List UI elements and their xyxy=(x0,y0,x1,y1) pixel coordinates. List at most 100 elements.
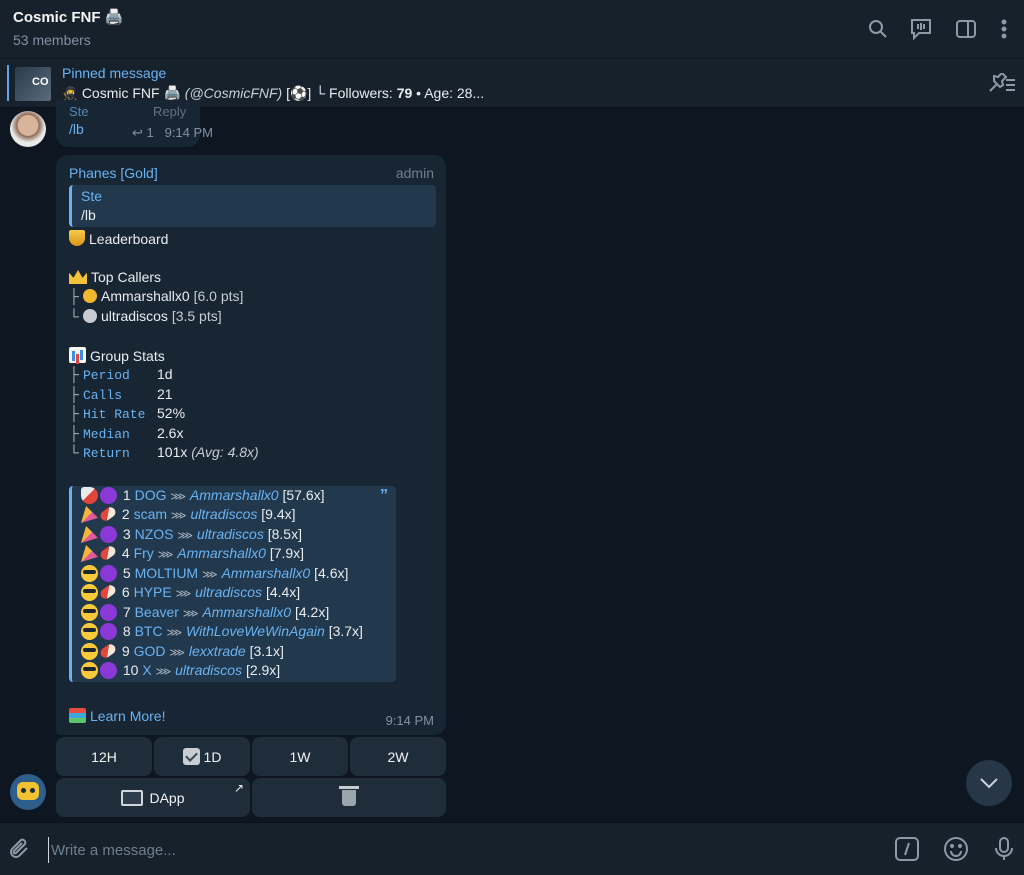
member-count[interactable]: 53 members xyxy=(13,32,91,48)
avatar[interactable] xyxy=(10,111,46,147)
message-input[interactable] xyxy=(48,837,873,863)
reply-quote[interactable]: Ste /lb xyxy=(69,185,436,227)
button-12h[interactable]: 12H xyxy=(56,737,152,776)
pinned-thumbnail: CO xyxy=(15,67,51,101)
search-icon[interactable] xyxy=(865,16,891,42)
purple-circle-icon xyxy=(100,623,117,640)
unpin-icon[interactable] xyxy=(988,71,1016,98)
party-popper-icon xyxy=(81,545,98,562)
leaderboard-row: 8 BTC ⋙ WithLoveWeWinAgain [3.7x] xyxy=(81,623,363,642)
previous-message[interactable]: Ste Reply /lb ↩ 1 9:14 PM xyxy=(56,100,213,147)
caller-link[interactable]: Ammarshallx0 xyxy=(190,487,279,503)
bar-chart-icon xyxy=(69,347,86,363)
chat-title[interactable]: Cosmic FNF 🖨️ xyxy=(13,8,123,26)
party-popper-icon xyxy=(81,526,98,543)
rocket-icon xyxy=(81,487,98,504)
quote-sender: Ste xyxy=(81,188,103,204)
attach-icon[interactable] xyxy=(6,835,34,863)
purple-circle-icon xyxy=(100,604,117,621)
chat-header: Cosmic FNF 🖨️ 53 members xyxy=(0,0,1024,59)
sunglasses-face-icon xyxy=(81,662,98,679)
gold-medal-icon xyxy=(83,289,97,303)
trash-icon xyxy=(339,785,359,806)
leaderboard-row: 7 Beaver ⋙ Ammarshallx0 [4.2x] xyxy=(81,604,329,623)
sunglasses-face-icon xyxy=(81,604,98,621)
microphone-icon[interactable] xyxy=(990,835,1018,863)
group-stats-heading: Group Stats xyxy=(69,347,165,364)
bot-message: Phanes [Gold] admin Ste /lb Leaderboard … xyxy=(56,155,446,735)
sunglasses-face-icon xyxy=(81,565,98,582)
stat-row: ├ Median 2.6x xyxy=(69,425,184,442)
token-link[interactable]: HYPE xyxy=(134,584,172,600)
sunglasses-face-icon xyxy=(81,584,98,601)
token-link[interactable]: BTC xyxy=(135,623,163,639)
leaderboard-heading: Leaderboard xyxy=(69,230,168,247)
caller-link[interactable]: ultradiscos xyxy=(175,662,242,678)
button-1w[interactable]: 1W xyxy=(252,737,348,776)
message-sender[interactable]: Phanes [Gold] xyxy=(69,165,158,181)
message-text[interactable]: /lb xyxy=(69,121,84,137)
caller-link[interactable]: ultradiscos xyxy=(197,526,264,542)
caller-link[interactable]: lexxtrade xyxy=(189,643,246,659)
token-link[interactable]: X xyxy=(142,662,151,678)
token-link[interactable]: Fry xyxy=(134,545,154,561)
top-callers-heading: Top Callers xyxy=(69,269,161,285)
delete-button[interactable] xyxy=(252,778,446,817)
caller-link[interactable]: WithLoveWeWinAgain xyxy=(186,623,325,639)
learn-more-link[interactable]: Learn More! xyxy=(69,708,165,724)
monitor-icon xyxy=(121,789,144,806)
token-link[interactable]: DOG xyxy=(135,487,167,503)
leaderboard-row: 6 HYPE ⋙ ultradiscos [4.4x] xyxy=(81,583,300,603)
party-popper-icon xyxy=(81,506,98,523)
caller-link[interactable]: Ammarshallx0 xyxy=(177,545,266,561)
more-icon[interactable] xyxy=(991,16,1017,42)
books-icon xyxy=(69,708,86,723)
purple-circle-icon xyxy=(100,662,117,679)
button-1d[interactable]: 1D xyxy=(154,737,250,776)
pill-icon xyxy=(98,583,118,601)
caller-row: └ ultradiscos [3.5 pts] xyxy=(69,308,222,324)
reply-label: Reply xyxy=(153,104,187,119)
token-link[interactable]: scam xyxy=(134,506,167,522)
emoji-icon[interactable] xyxy=(942,835,970,863)
pinned-label: Pinned message xyxy=(62,65,167,81)
sunglasses-face-icon xyxy=(81,643,98,660)
scroll-down-button[interactable] xyxy=(966,760,1012,806)
leaderboard-row: 3 NZOS ⋙ ultradiscos [8.5x] xyxy=(81,526,302,545)
reply-arrow-icon: ↩ xyxy=(132,125,147,140)
purple-circle-icon xyxy=(100,565,117,582)
trophy-icon xyxy=(69,230,85,246)
external-link-icon: ↗ xyxy=(233,781,244,795)
message-meta: ↩ 1 9:14 PM xyxy=(132,125,214,140)
purple-circle-icon xyxy=(100,526,117,543)
token-link[interactable]: Beaver xyxy=(135,604,179,620)
caller-link[interactable]: Ammarshallx0 xyxy=(222,565,311,581)
caller-link[interactable]: ultradiscos xyxy=(195,584,262,600)
chevron-down-icon xyxy=(980,778,998,789)
leaderboard-row: 5 MOLTIUM ⋙ Ammarshallx0 [4.6x] xyxy=(81,565,348,584)
quote-icon: ” xyxy=(380,487,388,504)
video-chat-icon[interactable] xyxy=(908,16,934,42)
caller-link[interactable]: ultradiscos xyxy=(190,506,257,522)
token-link[interactable]: MOLTIUM xyxy=(135,565,199,581)
crown-icon xyxy=(69,270,87,284)
bot-command-icon[interactable] xyxy=(893,835,921,863)
leaderboard-row: 4 Fry ⋙ Ammarshallx0 [7.9x] xyxy=(81,544,304,564)
dapp-button[interactable]: DApp ↗ xyxy=(56,778,250,817)
caller-link[interactable]: Ammarshallx0 xyxy=(202,604,291,620)
bot-avatar[interactable] xyxy=(10,774,46,810)
leaderboard-row: 10 X ⋙ ultradiscos [2.9x] xyxy=(81,662,280,681)
admin-badge: admin xyxy=(395,165,434,181)
leaderboard-row: 9 GOD ⋙ lexxtrade [3.1x] xyxy=(81,642,284,662)
leaderboard-row: 1 DOG ⋙ Ammarshallx0 [57.6x] xyxy=(81,487,325,506)
checkbox-icon xyxy=(182,748,200,765)
sidebar-icon[interactable] xyxy=(953,16,979,42)
token-link[interactable]: NZOS xyxy=(135,526,174,542)
leaderboard-row: 2 scam ⋙ ultradiscos [9.4x] xyxy=(81,505,296,525)
token-link[interactable]: GOD xyxy=(134,643,166,659)
silver-medal-icon xyxy=(83,309,97,323)
button-2w[interactable]: 2W xyxy=(350,737,446,776)
pill-icon xyxy=(98,544,118,562)
sunglasses-face-icon xyxy=(81,623,98,640)
quote-text: /lb xyxy=(81,207,96,223)
